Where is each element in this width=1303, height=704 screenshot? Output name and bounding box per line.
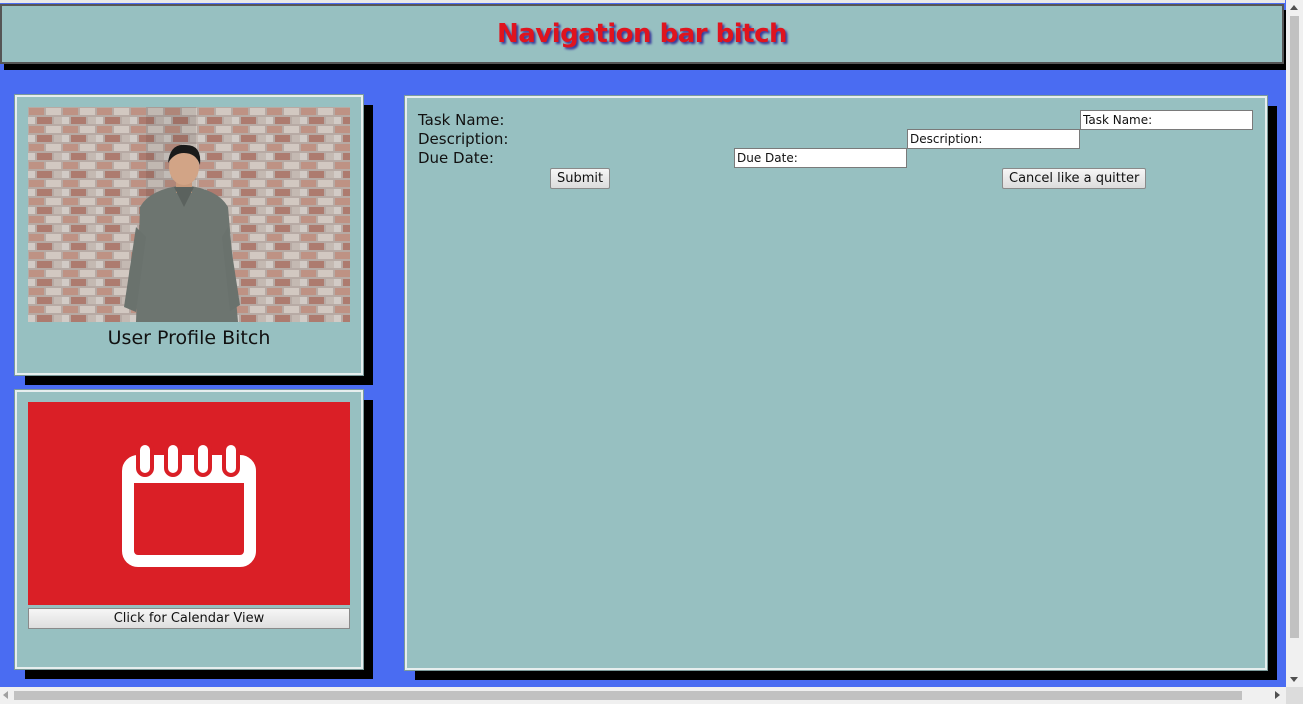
- nav-title: Navigation bar bitch: [497, 19, 788, 49]
- user-profile-label: User Profile Bitch: [107, 327, 271, 349]
- task-name-label: Task Name:: [418, 111, 505, 129]
- scroll-down-icon[interactable]: [1290, 677, 1298, 682]
- task-form-panel: Task Name: Description: Due Date: Submit…: [404, 95, 1268, 671]
- calendar-card: Click for Calendar View: [14, 389, 364, 670]
- page-top-border: [0, 0, 1285, 3]
- task-name-input[interactable]: [1080, 110, 1253, 130]
- description-input[interactable]: [907, 129, 1080, 149]
- vertical-scrollbar[interactable]: [1286, 0, 1303, 687]
- calendar-icon: [122, 440, 256, 567]
- vertical-scroll-thumb[interactable]: [1290, 16, 1299, 638]
- navigation-bar: Navigation bar bitch: [0, 4, 1284, 64]
- scroll-right-icon[interactable]: [1275, 691, 1280, 699]
- user-profile-card: User Profile Bitch: [14, 94, 364, 376]
- calendar-view-button[interactable]: Click for Calendar View: [28, 608, 350, 629]
- due-date-label: Due Date:: [418, 149, 494, 167]
- submit-button[interactable]: Submit: [550, 168, 611, 189]
- cancel-button[interactable]: Cancel like a quitter: [1002, 168, 1147, 189]
- scroll-up-icon[interactable]: [1290, 5, 1298, 10]
- profile-photo-image: [28, 107, 350, 322]
- due-date-input[interactable]: [734, 148, 907, 168]
- horizontal-scroll-thumb[interactable]: [14, 691, 1242, 700]
- scrollbar-corner: [1286, 687, 1303, 704]
- scroll-left-icon[interactable]: [3, 691, 8, 699]
- calendar-tile[interactable]: [28, 402, 350, 605]
- description-label: Description:: [418, 130, 509, 148]
- user-profile-photo: [28, 107, 350, 322]
- horizontal-scrollbar[interactable]: [0, 687, 1286, 704]
